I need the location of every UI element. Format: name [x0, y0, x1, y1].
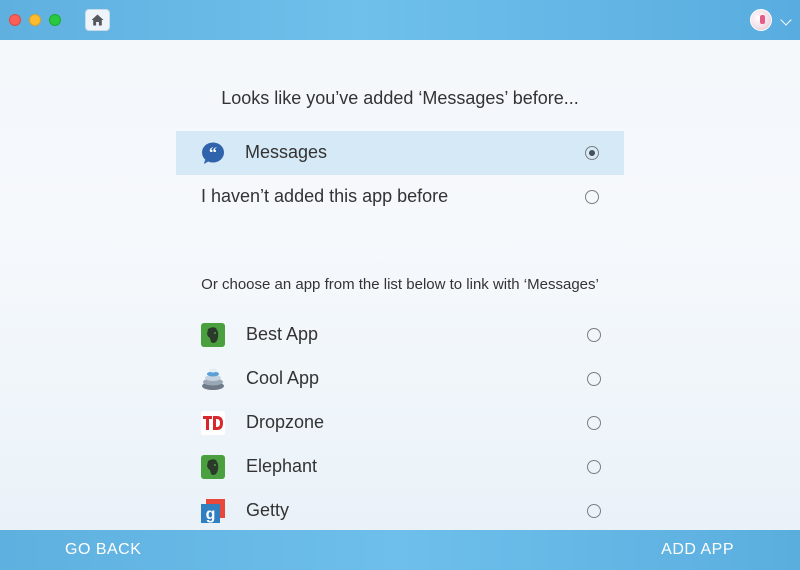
option-messages[interactable]: “ Messages: [176, 131, 624, 175]
list-item-best-app[interactable]: Best App: [176, 313, 624, 357]
messages-icon: “: [201, 141, 225, 165]
home-icon: [91, 14, 104, 26]
go-back-button[interactable]: GO BACK: [65, 541, 141, 559]
app-label: Best App: [246, 324, 319, 344]
chevron-down-icon[interactable]: [780, 14, 792, 26]
evernote-icon: [201, 323, 225, 347]
stack-icon: [201, 367, 225, 391]
radio-elephant[interactable]: [587, 460, 601, 474]
minimize-window-button[interactable]: [29, 14, 41, 26]
title-bar: [0, 0, 800, 40]
svg-text:g: g: [206, 506, 216, 523]
radio-cool-app[interactable]: [587, 372, 601, 386]
list-item-dropzone[interactable]: Dropzone: [176, 401, 624, 445]
radio-messages[interactable]: [585, 146, 599, 160]
option-not-added[interactable]: I haven’t added this app before: [176, 175, 624, 219]
avatar[interactable]: [750, 9, 772, 31]
option-label: I haven’t added this app before: [201, 186, 449, 206]
page-heading: Looks like you’ve added ‘Messages’ befor…: [221, 88, 579, 108]
home-button[interactable]: [85, 9, 110, 31]
app-list-heading: Or choose an app from the list below to …: [201, 276, 599, 293]
app-label: Cool App: [246, 368, 320, 388]
app-label: Getty: [246, 500, 290, 520]
close-window-button[interactable]: [9, 14, 21, 26]
option-label: Messages: [245, 142, 328, 162]
svg-text:“: “: [209, 145, 217, 162]
list-item-cool-app[interactable]: Cool App: [176, 357, 624, 401]
radio-not-added[interactable]: [585, 190, 599, 204]
evernote-icon: [201, 455, 225, 479]
td-icon: [201, 411, 225, 435]
radio-dropzone[interactable]: [587, 416, 601, 430]
list-item-elephant[interactable]: Elephant: [176, 445, 624, 489]
add-app-button[interactable]: ADD APP: [661, 541, 734, 559]
app-label: Dropzone: [246, 412, 325, 432]
zoom-window-button[interactable]: [49, 14, 61, 26]
footer-bar: GO BACK ADD APP: [0, 530, 800, 570]
list-item-getty[interactable]: g Getty: [176, 489, 624, 533]
radio-getty[interactable]: [587, 504, 601, 518]
radio-best-app[interactable]: [587, 328, 601, 342]
app-label: Elephant: [246, 456, 318, 476]
getty-icon: g: [201, 499, 225, 523]
